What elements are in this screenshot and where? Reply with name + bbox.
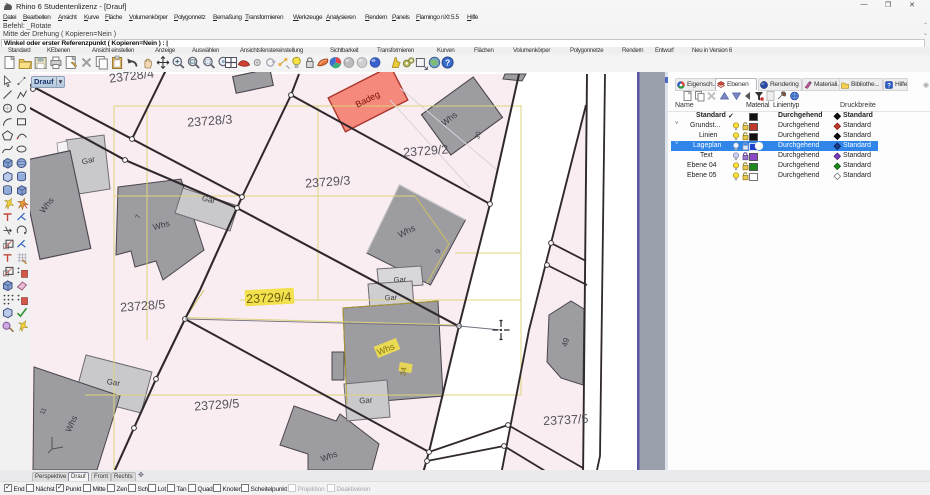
svg-text:Gar: Gar — [384, 293, 397, 303]
svg-text:?: ? — [887, 83, 891, 89]
svg-text:Gar: Gar — [393, 275, 406, 285]
svg-text:23729/4: 23729/4 — [246, 290, 292, 306]
svg-text:23737/5: 23737/5 — [543, 412, 589, 428]
svg-text:?: ? — [445, 58, 450, 68]
svg-text:Gar: Gar — [359, 396, 373, 406]
